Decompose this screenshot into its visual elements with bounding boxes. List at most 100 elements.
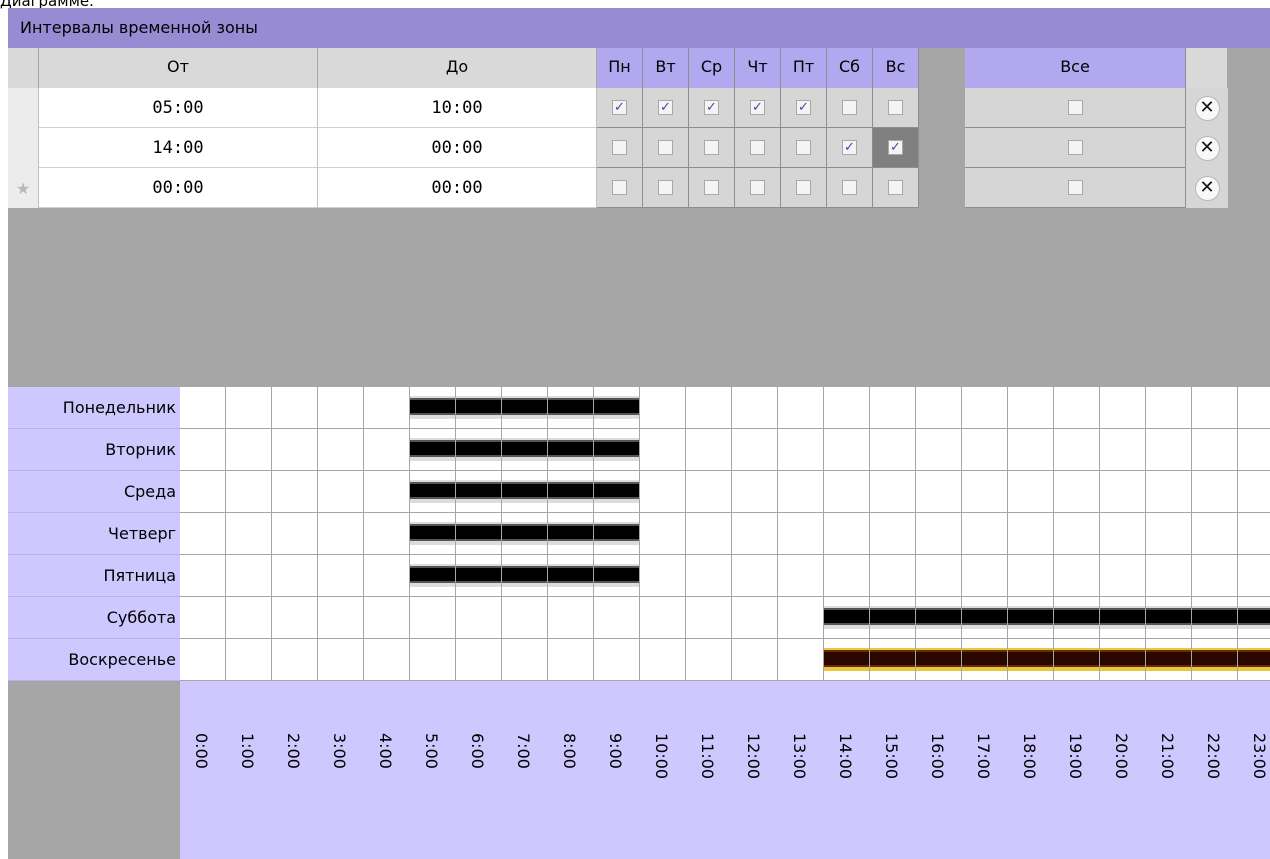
day-3-cell[interactable] <box>735 128 781 168</box>
hour-cell[interactable] <box>1100 387 1146 429</box>
hour-cell[interactable] <box>1146 471 1192 513</box>
hour-cell[interactable] <box>824 639 870 681</box>
hour-cell[interactable] <box>1100 597 1146 639</box>
hour-cell[interactable] <box>318 387 364 429</box>
hour-cell[interactable] <box>1192 387 1238 429</box>
hour-cell[interactable] <box>916 471 962 513</box>
hour-cell[interactable] <box>456 513 502 555</box>
hour-cell[interactable] <box>824 387 870 429</box>
day-2-cell[interactable] <box>689 168 735 208</box>
hour-cell[interactable] <box>502 639 548 681</box>
hour-cell[interactable] <box>732 639 778 681</box>
day-5-checkbox[interactable]: ✓ <box>842 140 857 155</box>
hour-cell[interactable] <box>1146 555 1192 597</box>
hour-cell[interactable] <box>318 555 364 597</box>
hour-cell[interactable] <box>1054 597 1100 639</box>
hour-cell[interactable] <box>870 429 916 471</box>
hour-cell[interactable] <box>548 597 594 639</box>
hour-cell[interactable] <box>226 387 272 429</box>
column-header-day-5[interactable]: Сб <box>827 48 873 88</box>
hour-cell[interactable] <box>272 387 318 429</box>
interval-from-cell[interactable]: 14:00 <box>39 128 318 168</box>
hour-cell[interactable] <box>870 513 916 555</box>
hour-cell[interactable] <box>502 387 548 429</box>
hour-cell[interactable] <box>226 639 272 681</box>
column-header-day-1[interactable]: Вт <box>643 48 689 88</box>
hour-cell[interactable] <box>824 597 870 639</box>
hour-cell[interactable] <box>594 429 640 471</box>
hour-cell[interactable] <box>594 513 640 555</box>
hour-cell[interactable] <box>870 387 916 429</box>
hour-cell[interactable] <box>1100 513 1146 555</box>
hour-cell[interactable] <box>962 639 1008 681</box>
day-0-cell[interactable]: ✓ <box>597 88 643 128</box>
hour-cell[interactable] <box>456 639 502 681</box>
hour-cell[interactable] <box>640 429 686 471</box>
hour-cell[interactable] <box>456 471 502 513</box>
hour-cell[interactable] <box>686 387 732 429</box>
column-header-to[interactable]: До <box>318 48 597 88</box>
hour-cell[interactable] <box>456 555 502 597</box>
hour-cell[interactable] <box>502 555 548 597</box>
hour-cell[interactable] <box>824 429 870 471</box>
hour-cell[interactable] <box>594 597 640 639</box>
hour-cell[interactable] <box>916 639 962 681</box>
hour-cell[interactable] <box>1008 387 1054 429</box>
hour-cell[interactable] <box>180 555 226 597</box>
hour-cell[interactable] <box>548 639 594 681</box>
hour-cell[interactable] <box>410 471 456 513</box>
day-6-checkbox[interactable]: ✓ <box>888 140 903 155</box>
hour-cell[interactable] <box>1054 513 1100 555</box>
hour-cell[interactable] <box>1238 555 1270 597</box>
delete-interval-button[interactable]: ✕ <box>1194 175 1220 201</box>
hour-cell[interactable] <box>686 597 732 639</box>
hour-cell[interactable] <box>1238 597 1270 639</box>
column-header-day-2[interactable]: Ср <box>689 48 735 88</box>
hour-cell[interactable] <box>686 555 732 597</box>
column-header-day-6[interactable]: Вс <box>873 48 919 88</box>
day-5-cell[interactable]: ✓ <box>827 128 873 168</box>
hour-cell[interactable] <box>962 471 1008 513</box>
hour-cell[interactable] <box>1238 639 1270 681</box>
hour-cell[interactable] <box>870 555 916 597</box>
hour-cell[interactable] <box>226 513 272 555</box>
hour-cell[interactable] <box>502 471 548 513</box>
hour-cell[interactable] <box>1238 429 1270 471</box>
hour-cell[interactable] <box>916 387 962 429</box>
hour-cell[interactable] <box>318 513 364 555</box>
day-0-checkbox[interactable] <box>612 140 627 155</box>
hour-cell[interactable] <box>1008 513 1054 555</box>
hour-cell[interactable] <box>548 429 594 471</box>
hour-cell[interactable] <box>1008 471 1054 513</box>
hour-cell[interactable] <box>916 555 962 597</box>
column-header-day-0[interactable]: Пн <box>597 48 643 88</box>
hour-cell[interactable] <box>364 387 410 429</box>
hour-cell[interactable] <box>1054 429 1100 471</box>
all-days-cell[interactable] <box>965 88 1186 128</box>
day-2-checkbox[interactable] <box>704 140 719 155</box>
hour-cell[interactable] <box>686 429 732 471</box>
day-0-cell[interactable] <box>597 168 643 208</box>
day-0-checkbox[interactable]: ✓ <box>612 100 627 115</box>
day-1-cell[interactable] <box>643 128 689 168</box>
hour-cell[interactable] <box>1054 555 1100 597</box>
hour-cell[interactable] <box>226 597 272 639</box>
day-3-checkbox[interactable] <box>750 140 765 155</box>
hour-cell[interactable] <box>594 387 640 429</box>
hour-cell[interactable] <box>1146 387 1192 429</box>
hour-cell[interactable] <box>640 597 686 639</box>
hour-cell[interactable] <box>410 555 456 597</box>
hour-cell[interactable] <box>180 387 226 429</box>
hour-cell[interactable] <box>1008 597 1054 639</box>
hour-cell[interactable] <box>410 639 456 681</box>
hour-cell[interactable] <box>1192 597 1238 639</box>
hour-cell[interactable] <box>916 597 962 639</box>
hour-cell[interactable] <box>1054 639 1100 681</box>
hour-cell[interactable] <box>364 555 410 597</box>
hour-cell[interactable] <box>778 387 824 429</box>
day-5-cell[interactable] <box>827 88 873 128</box>
hour-cell[interactable] <box>594 555 640 597</box>
hour-cell[interactable] <box>1100 639 1146 681</box>
hour-cell[interactable] <box>1008 429 1054 471</box>
day-6-checkbox[interactable] <box>888 100 903 115</box>
